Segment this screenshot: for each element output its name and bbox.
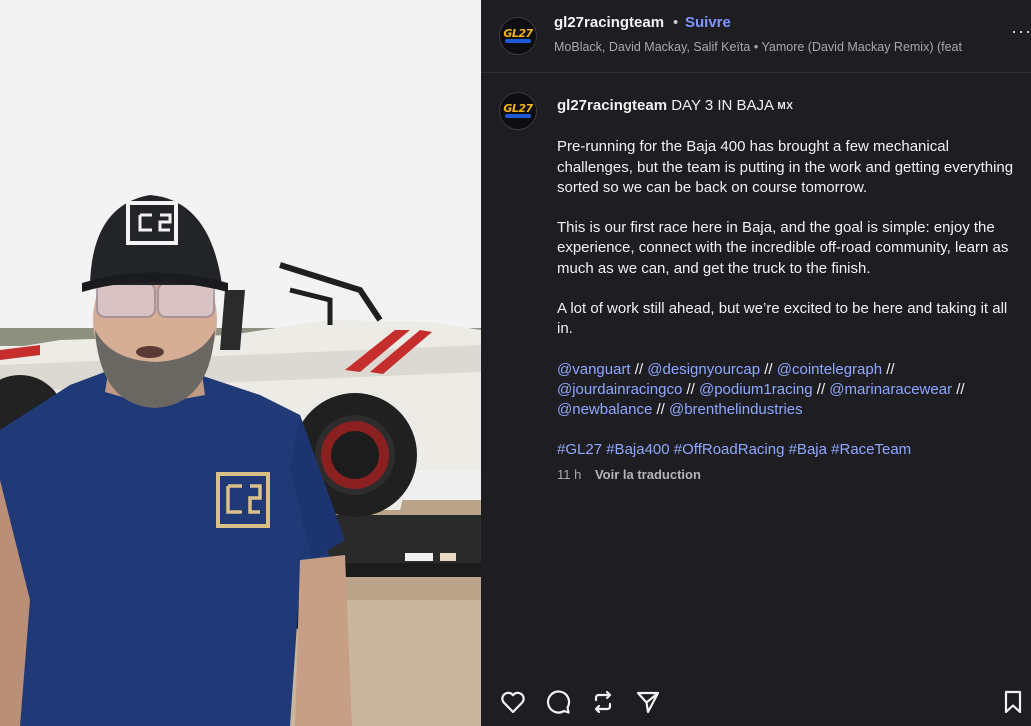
header-username[interactable]: gl27racingteam [554, 14, 664, 31]
mention-link[interactable]: @jourdainracingco [557, 381, 682, 398]
mention-separator: // [656, 400, 665, 418]
heart-icon[interactable] [499, 688, 527, 716]
post-media[interactable] [0, 0, 481, 726]
mention-link[interactable]: @cointelegraph [777, 361, 882, 378]
header-separator: • [673, 14, 679, 31]
caption-username[interactable]: gl27racingteam [557, 97, 667, 114]
repost-icon[interactable] [589, 688, 617, 716]
comment-icon[interactable] [544, 688, 572, 716]
mention-link[interactable]: @brenthelindustries [669, 401, 803, 418]
caption-mentions: @vanguart // @designyourcap // @cointele… [557, 360, 1017, 421]
caption-hashtags: #GL27 #Baja400 #OffRoadRacing #Baja #Rac… [557, 440, 1017, 460]
video-frame [0, 0, 481, 726]
hashtag-link[interactable]: #RaceTeam [831, 441, 911, 458]
mention-separator: // [956, 380, 965, 398]
caption-avatar[interactable]: GL27 [499, 92, 537, 130]
caption-paragraph: Pre-running for the Baja 400 has brought… [557, 138, 1014, 196]
mention-link[interactable]: @designyourcap [647, 361, 760, 378]
action-bar [481, 680, 1031, 726]
avatar-logo-stripe [505, 114, 531, 118]
caption-paragraph: This is our first race here in Baja, and… [557, 219, 1009, 277]
mention-separator: // [886, 360, 895, 378]
flag-mexico-icon: MX [777, 101, 794, 112]
post-caption: gl27racingteam DAY 3 IN BAJA MX Pre-runn… [557, 96, 1017, 481]
mention-separator: // [634, 360, 644, 378]
account-avatar[interactable]: GL27 [499, 17, 537, 55]
mention-link[interactable]: @newbalance [557, 401, 652, 418]
mention-separator: // [686, 380, 695, 398]
post-timestamp[interactable]: 11 h [557, 467, 581, 482]
hashtag-link[interactable]: #Baja400 [606, 441, 669, 458]
mention-link[interactable]: @podium1racing [699, 381, 813, 398]
share-icon[interactable] [634, 688, 662, 716]
caption-title-line: gl27racingteam DAY 3 IN BAJA MX [557, 96, 1017, 117]
post-meta: 11 h Voir la traduction [557, 467, 701, 482]
post-header: GL27 gl27racingteam • Suivre MoBlack, Da… [481, 0, 1031, 73]
hashtag-link[interactable]: #Baja [789, 441, 827, 458]
mention-link[interactable]: @vanguart [557, 361, 631, 378]
mention-link[interactable]: @marinaracewear [829, 381, 952, 398]
hashtag-link[interactable]: #GL27 [557, 441, 602, 458]
caption-paragraph: A lot of work still ahead, but we’re exc… [557, 299, 1008, 338]
hashtag-link[interactable]: #OffRoadRacing [674, 441, 785, 458]
translate-link[interactable]: Voir la traduction [595, 467, 701, 482]
caption-title: DAY 3 IN BAJA [671, 97, 774, 114]
avatar-logo-stripe [505, 39, 531, 43]
bookmark-icon[interactable] [999, 688, 1027, 716]
mention-separator: // [764, 360, 773, 378]
follow-button[interactable]: Suivre [685, 14, 731, 31]
post-panel: GL27 gl27racingteam • Suivre MoBlack, Da… [481, 0, 1031, 726]
mention-separator: // [816, 380, 826, 398]
more-options-icon[interactable]: ··· [1011, 22, 1031, 40]
audio-track-label[interactable]: MoBlack, David Mackay, Salif Keïta • Yam… [554, 40, 994, 54]
